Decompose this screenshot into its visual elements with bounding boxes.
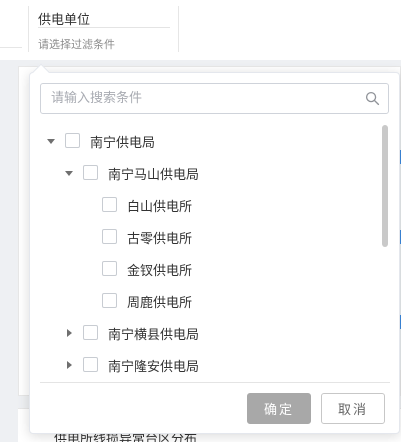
checkbox[interactable]: [83, 357, 98, 372]
scrollbar[interactable]: [382, 125, 388, 247]
checkbox[interactable]: [102, 261, 117, 276]
confirm-button[interactable]: 确定: [247, 393, 311, 424]
caret-down-icon[interactable]: [64, 168, 74, 178]
tree-node[interactable]: 白山供电所: [30, 189, 380, 221]
checkbox[interactable]: [102, 229, 117, 244]
tree-select-dropdown: 南宁供电局 南宁马山供电局 白山供电所 古零供电所 金钗供电所 周鹿供电所: [29, 72, 400, 434]
checkbox[interactable]: [102, 197, 117, 212]
tree-node-label: 南宁隆安供电局: [108, 360, 200, 375]
cancel-button[interactable]: 取消: [321, 393, 385, 424]
divider: [0, 47, 22, 48]
tree-node[interactable]: 南宁马山供电局: [30, 157, 380, 189]
checkbox[interactable]: [102, 293, 117, 308]
filter-bar: 供电单位 请选择过滤条件: [0, 0, 401, 60]
divider: [38, 27, 170, 28]
tree-node[interactable]: 古零供电所: [30, 221, 380, 253]
tree-node[interactable]: 周鹿供电所: [30, 285, 380, 317]
caret-right-icon[interactable]: [64, 328, 74, 338]
tree-node-label: 金钗供电所: [127, 264, 193, 279]
tree-node-label: 古零供电所: [127, 232, 193, 247]
tree-node[interactable]: 南宁隆安供电局: [30, 349, 380, 381]
tree-node[interactable]: 南宁供电局: [30, 125, 380, 157]
search-input[interactable]: [41, 84, 361, 113]
checkbox[interactable]: [83, 325, 98, 340]
checkbox[interactable]: [83, 165, 98, 180]
tree-node-label: 南宁供电局: [90, 136, 156, 151]
tree-node[interactable]: 南宁横县供电局: [30, 317, 380, 349]
tree-node-label: 白山供电所: [127, 200, 193, 215]
divider: [178, 6, 179, 52]
divider: [40, 382, 390, 383]
tree-node-label: 南宁横县供电局: [108, 328, 200, 343]
search-box: [40, 83, 389, 114]
tree-node[interactable]: 金钗供电所: [30, 253, 380, 285]
search-icon[interactable]: [365, 91, 380, 106]
tree: 南宁供电局 南宁马山供电局 白山供电所 古零供电所 金钗供电所 周鹿供电所 南宁…: [30, 125, 380, 381]
checkbox[interactable]: [65, 133, 80, 148]
caret-right-icon[interactable]: [64, 360, 74, 370]
filter-label: 供电单位: [38, 13, 91, 28]
tree-node-label: 南宁马山供电局: [108, 168, 200, 183]
tree-node-label: 周鹿供电所: [127, 296, 193, 311]
caret-down-icon[interactable]: [46, 136, 56, 146]
divider: [28, 6, 29, 52]
filter-select[interactable]: 请选择过滤条件: [38, 36, 115, 52]
